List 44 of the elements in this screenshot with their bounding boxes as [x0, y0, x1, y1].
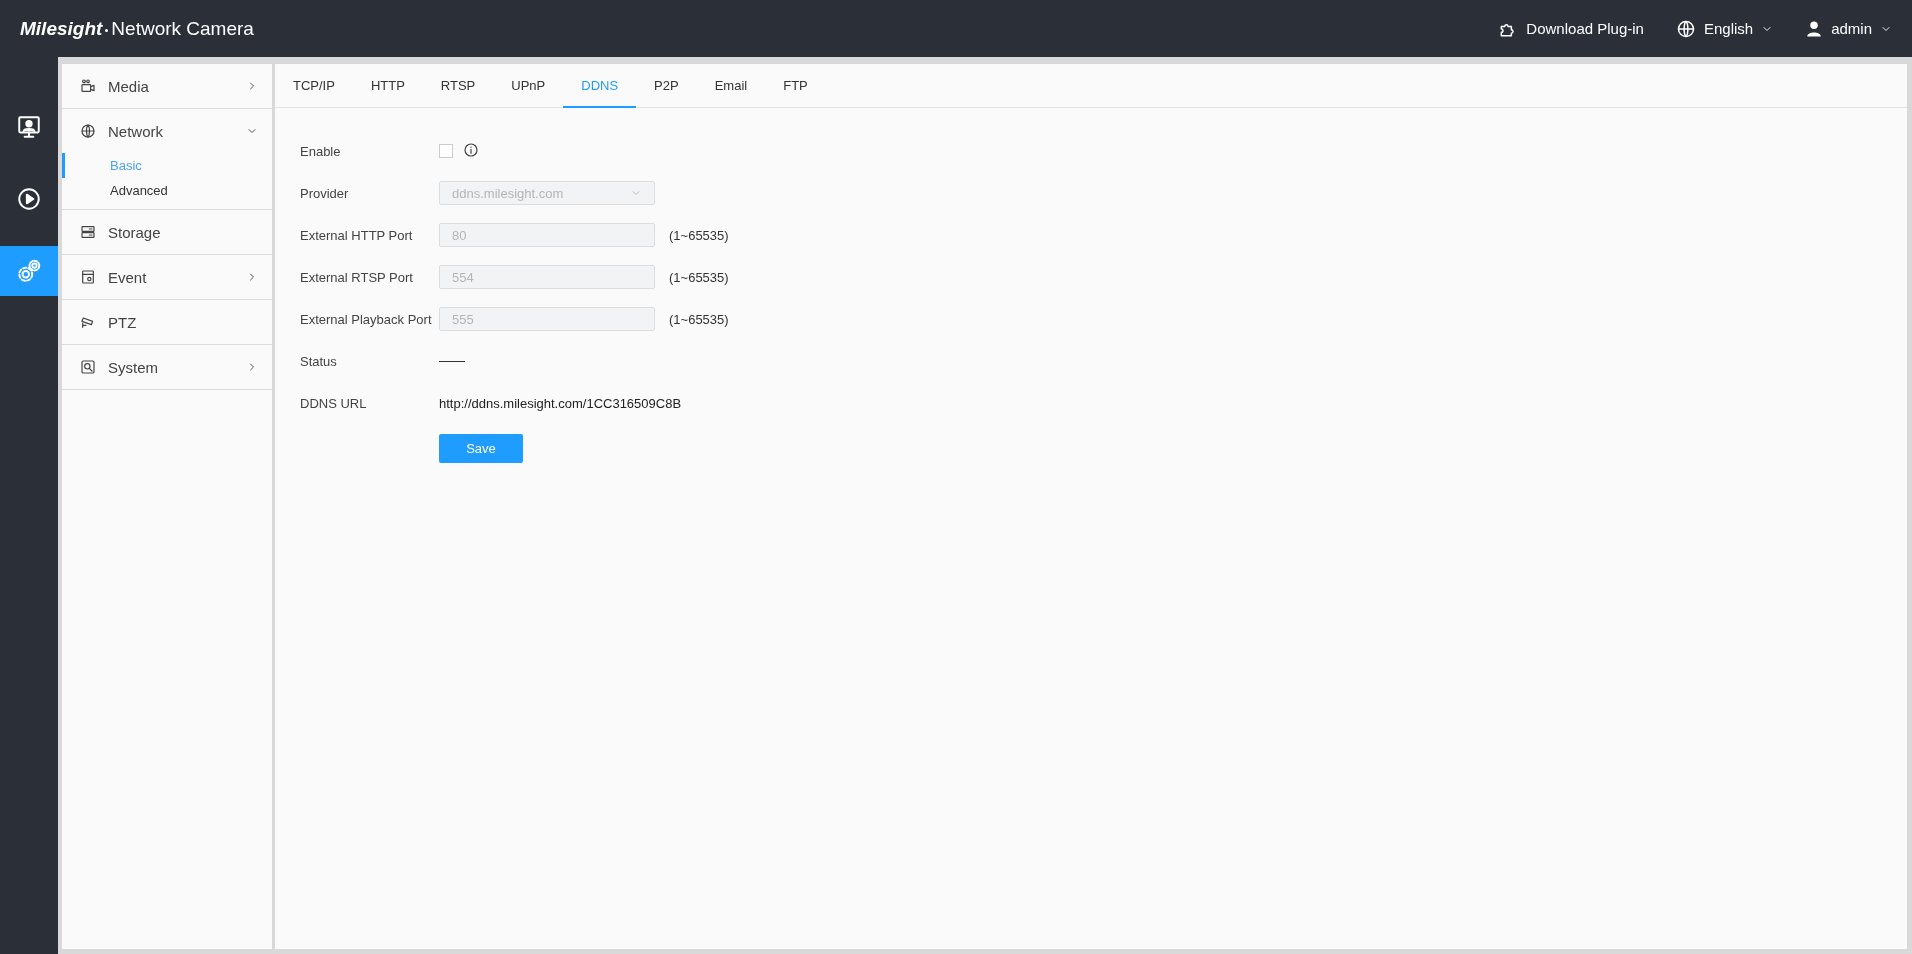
port-range-text: (1~65535)	[669, 269, 729, 285]
globe-icon	[1675, 18, 1696, 39]
port-range-text: (1~65535)	[669, 311, 729, 327]
submenu-item[interactable]: Advanced	[62, 178, 272, 203]
download-plugin-link[interactable]: Download Plug-in	[1498, 18, 1644, 39]
menu-item[interactable]: Event	[62, 255, 272, 300]
field-label: External Playback Port	[300, 311, 433, 327]
camera-icon	[80, 78, 96, 94]
event-icon	[80, 269, 96, 285]
storage-icon	[80, 224, 96, 240]
tab[interactable]: FTP	[765, 64, 826, 108]
app-title: Network Camera	[111, 17, 254, 40]
brand-logo: Milesight	[20, 17, 103, 40]
menu-item[interactable]: Network	[62, 109, 272, 153]
user-icon	[1805, 19, 1824, 38]
user-menu[interactable]: admin	[1805, 19, 1892, 38]
empty-value-line	[439, 360, 465, 362]
field-label: Enable	[300, 143, 342, 159]
field-value: http://ddns.milesight.com/1CC316509C8B	[439, 395, 682, 411]
menu-item[interactable]: Media	[62, 64, 272, 109]
settings-icon	[16, 258, 42, 284]
info-icon	[463, 141, 479, 158]
playback-icon	[16, 186, 42, 212]
menu-item[interactable]: PTZ	[62, 300, 272, 345]
language-menu[interactable]: English	[1675, 18, 1774, 39]
tab[interactable]: HTTP	[352, 64, 423, 108]
security-camera-icon	[80, 314, 96, 330]
tab[interactable]: P2P	[636, 64, 697, 108]
menu-item[interactable]: System	[62, 345, 272, 390]
field-label: External HTTP Port	[300, 227, 414, 243]
enable-checkbox[interactable]	[439, 144, 453, 158]
tab[interactable]: TCP/IP	[293, 64, 353, 108]
field-label: DDNS URL	[300, 395, 368, 411]
tab[interactable]: RTSP	[422, 64, 494, 108]
field-label: External RTSP Port	[300, 269, 414, 285]
monitor-icon	[16, 114, 42, 140]
menu-item[interactable]: Storage	[62, 210, 272, 255]
field-label: Provider	[300, 185, 350, 201]
tab[interactable]: UPnP	[493, 64, 564, 108]
system-icon	[80, 359, 96, 375]
field-label: Status	[300, 353, 338, 369]
globe-icon	[80, 123, 96, 139]
tab[interactable]: Email	[696, 64, 766, 108]
port-range-text: (1~65535)	[669, 227, 729, 243]
